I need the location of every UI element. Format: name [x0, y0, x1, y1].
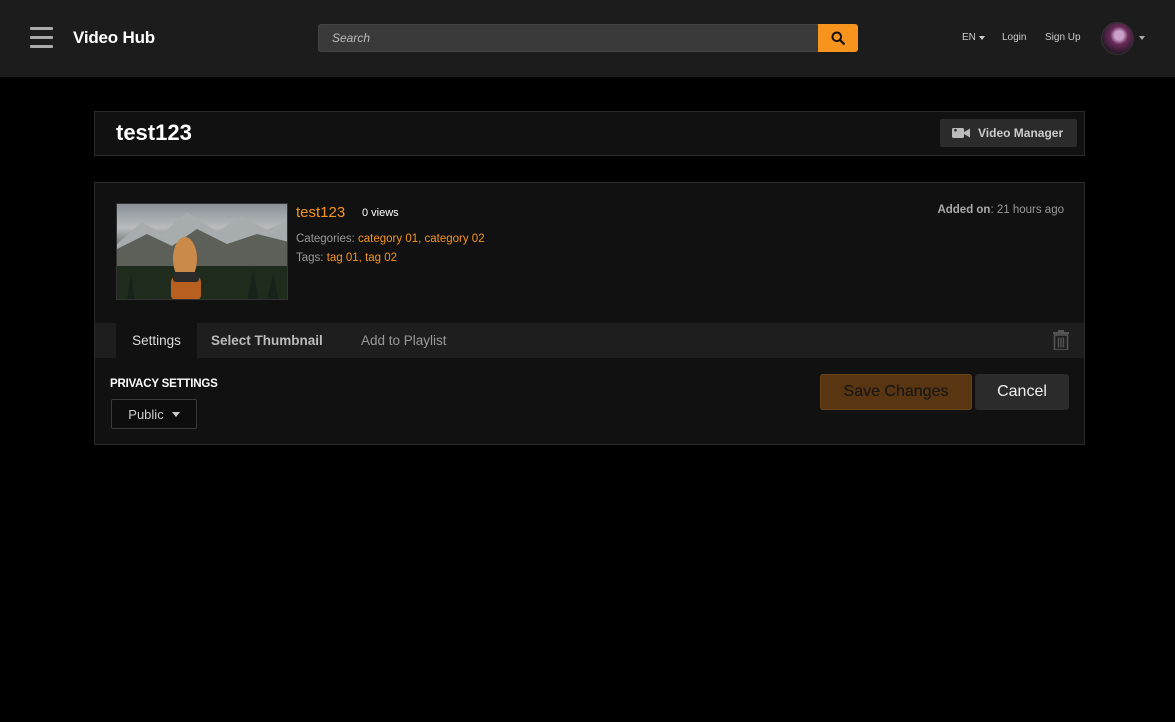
language-selector[interactable]: EN [962, 32, 985, 43]
video-panel: test123 0 views Categories: category 01,… [94, 182, 1085, 445]
search-button[interactable] [818, 24, 858, 52]
video-camera-icon [952, 128, 970, 138]
video-manager-button[interactable]: Video Manager [940, 119, 1077, 147]
caret-down-icon [171, 411, 180, 417]
login-link[interactable]: Login [1002, 32, 1026, 43]
tab-select-thumbnail[interactable]: Select Thumbnail [211, 323, 323, 358]
privacy-dropdown[interactable]: Public [111, 399, 197, 429]
added-on-value: : 21 hours ago [990, 204, 1064, 216]
caret-down-icon [1139, 36, 1145, 40]
save-changes-label: Save Changes [843, 383, 949, 400]
save-changes-button[interactable]: Save Changes [820, 374, 972, 410]
user-menu[interactable] [1101, 21, 1147, 55]
category-links[interactable]: category 01, category 02 [358, 233, 485, 245]
added-on-label: Added on [937, 204, 991, 216]
video-thumbnail[interactable] [116, 203, 288, 300]
privacy-value: Public [128, 406, 164, 422]
video-title-link[interactable]: test123 [296, 204, 345, 221]
language-label: EN [962, 32, 976, 43]
search-input[interactable] [318, 24, 818, 52]
page-title: test123 [116, 120, 192, 145]
tag-links[interactable]: tag 01, tag 02 [327, 252, 397, 264]
thumbnail-image [117, 212, 287, 299]
tab-add-to-playlist[interactable]: Add to Playlist [361, 323, 447, 358]
title-panel: test123 Video Manager [94, 111, 1085, 156]
brand-logo[interactable]: Video Hub [73, 28, 155, 48]
cancel-button[interactable]: Cancel [975, 374, 1069, 410]
search-bar [318, 24, 858, 52]
tab-bar: Settings Select Thumbnail Add to Playlis… [95, 323, 1084, 358]
view-count: 0 views [362, 207, 399, 219]
top-header: Video Hub EN Login Sign Up [0, 0, 1175, 77]
privacy-settings-label: PRIVACY SETTINGS [110, 378, 218, 390]
video-manager-label: Video Manager [978, 126, 1064, 140]
tab-settings[interactable]: Settings [116, 323, 197, 358]
categories-label: Categories: [296, 233, 355, 245]
avatar [1101, 21, 1134, 55]
menu-icon[interactable] [30, 27, 53, 48]
search-icon [831, 31, 845, 45]
tags-row: Tags: tag 01, tag 02 [296, 252, 397, 264]
tags-label: Tags: [296, 252, 324, 264]
cancel-label: Cancel [997, 383, 1047, 400]
signup-link[interactable]: Sign Up [1045, 32, 1081, 43]
categories-row: Categories: category 01, category 02 [296, 233, 485, 245]
trash-icon[interactable] [1052, 330, 1070, 350]
added-on: Added on: 21 hours ago [937, 204, 1064, 216]
caret-down-icon [978, 35, 985, 40]
